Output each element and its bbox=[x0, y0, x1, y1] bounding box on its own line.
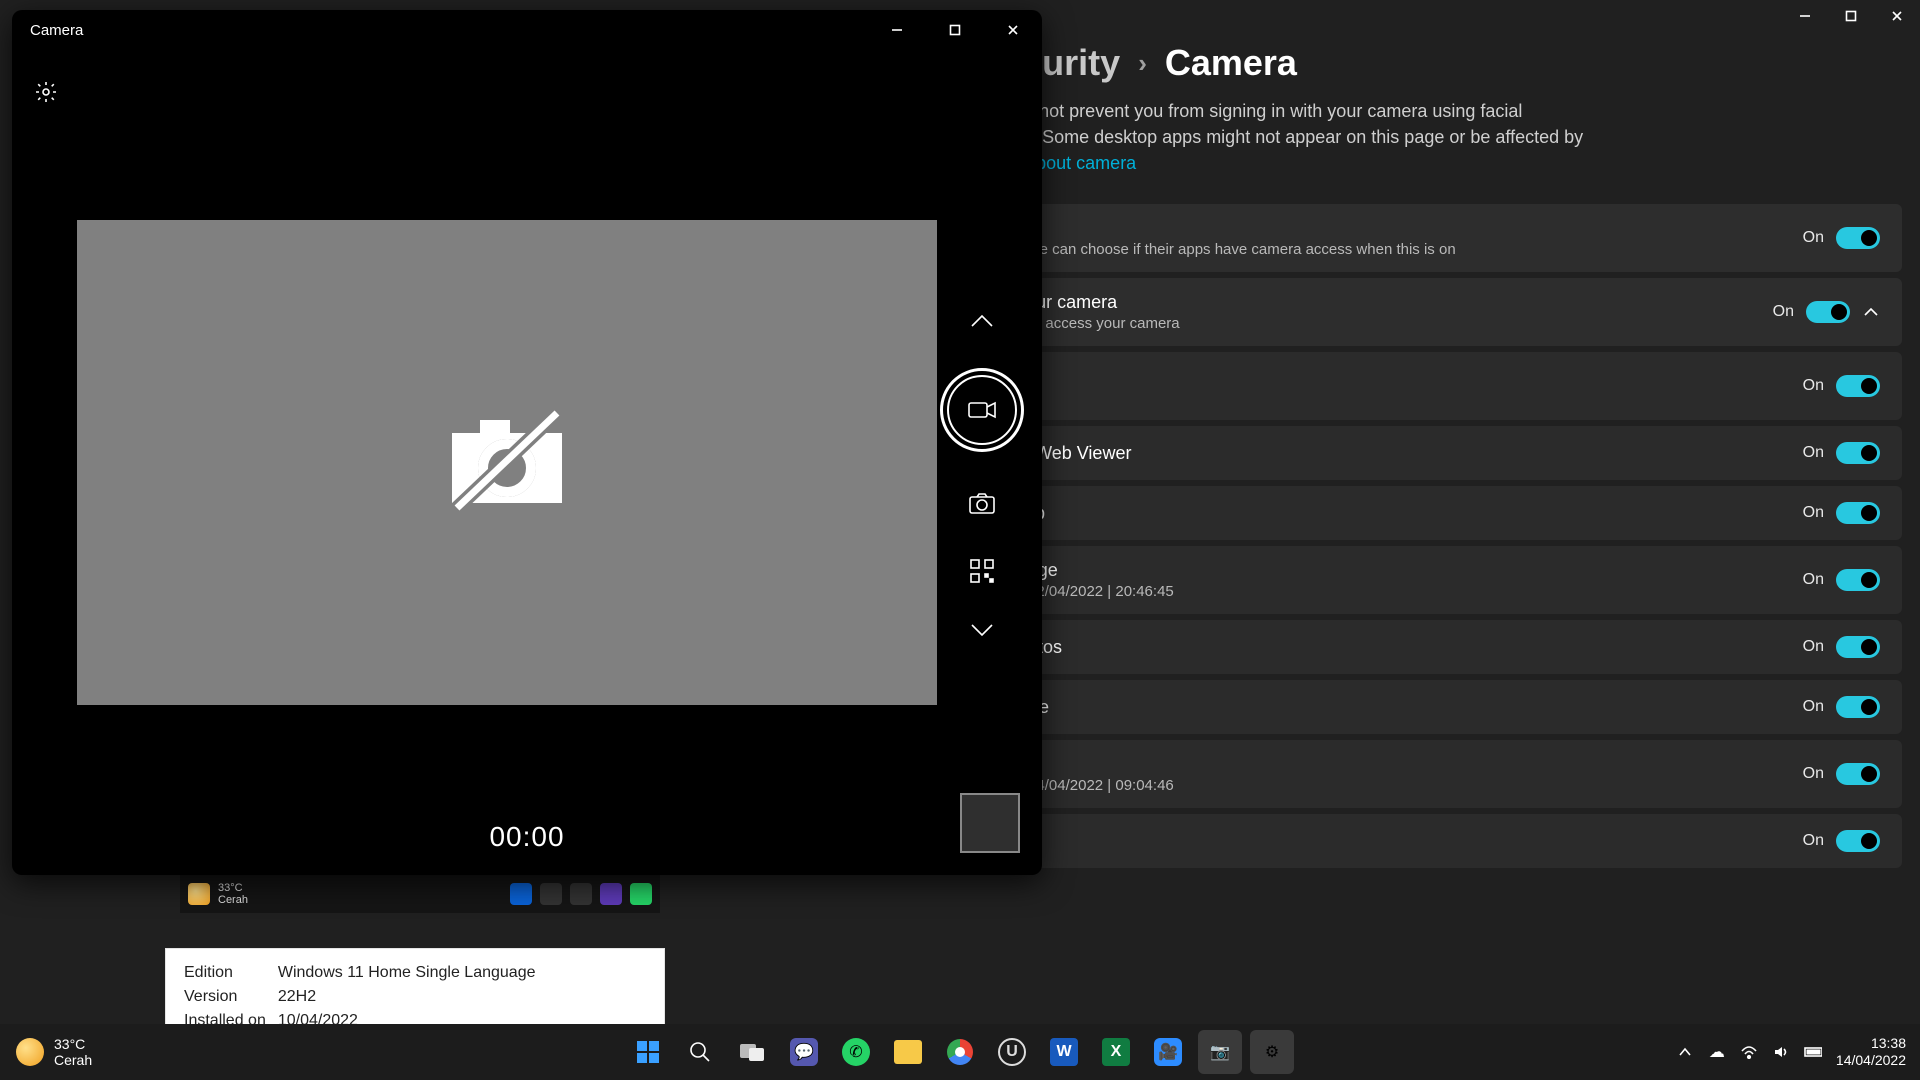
gallery-thumbnail[interactable] bbox=[960, 793, 1020, 853]
taskbar: 33°C Cerah 💬 ✆ U W X 🎥 📷 ⚙ ☁ 13:38 14/ bbox=[0, 1024, 1920, 1080]
app-toggle[interactable] bbox=[1836, 696, 1880, 718]
app-toggle[interactable] bbox=[1836, 375, 1880, 397]
wifi-icon[interactable] bbox=[1740, 1043, 1758, 1061]
weather-temp: 33°C bbox=[54, 1036, 92, 1052]
app-name: Skype bbox=[928, 831, 1781, 852]
app-toggle-state: On bbox=[1803, 638, 1824, 656]
camera-app-window: Camera bbox=[12, 10, 1042, 875]
volume-icon[interactable] bbox=[1772, 1043, 1790, 1061]
sysinfo-edition-label: Edition bbox=[184, 961, 278, 985]
camera-minimize-button[interactable] bbox=[868, 10, 926, 50]
clock-time: 13:38 bbox=[1836, 1035, 1906, 1052]
app-subtitle: Currently in use bbox=[928, 389, 1781, 406]
video-icon bbox=[967, 399, 997, 421]
app-toggle-state: On bbox=[1803, 765, 1824, 783]
app-toggle[interactable] bbox=[1836, 442, 1880, 464]
app-toggle-state: On bbox=[1803, 504, 1824, 522]
app-toggle-state: On bbox=[1803, 698, 1824, 716]
let-apps-toggle[interactable] bbox=[1806, 301, 1850, 323]
settings-close-button[interactable] bbox=[1874, 0, 1920, 32]
capture-button[interactable] bbox=[940, 368, 1024, 452]
tray-overflow-button[interactable] bbox=[1676, 1043, 1694, 1061]
app-toggle[interactable] bbox=[1836, 830, 1880, 852]
camera-unavailable-icon bbox=[442, 408, 572, 518]
chevron-up-icon bbox=[1862, 303, 1880, 321]
app-name: Microsoft Photos bbox=[928, 637, 1781, 658]
app-subtitle: Last accessed 02/04/2022 | 20:46:45 bbox=[928, 583, 1781, 600]
taskbar-taskview-button[interactable] bbox=[730, 1030, 774, 1074]
qr-mode-button[interactable] bbox=[965, 554, 999, 588]
taskbar-search-button[interactable] bbox=[678, 1030, 722, 1074]
app-toggle-state: On bbox=[1803, 571, 1824, 589]
taskbar-app-zoom[interactable]: 🎥 bbox=[1146, 1030, 1190, 1074]
app-toggle-state: On bbox=[1803, 444, 1824, 462]
camera-close-button[interactable] bbox=[984, 10, 1042, 50]
taskbar-weather[interactable]: 33°C Cerah bbox=[0, 1036, 240, 1068]
sysinfo-edition-value: Windows 11 Home Single Language bbox=[278, 961, 548, 985]
app-toggle[interactable] bbox=[1836, 569, 1880, 591]
app-name: Camera bbox=[928, 366, 1781, 387]
app-name: Desktop App Web Viewer bbox=[928, 443, 1781, 464]
taskbar-app-word[interactable]: W bbox=[1042, 1030, 1086, 1074]
app-name: Microsoft Store bbox=[928, 697, 1781, 718]
taskbar-app-teams[interactable]: 💬 bbox=[782, 1030, 826, 1074]
camera-viewfinder bbox=[77, 220, 937, 705]
app-name: Lenovo Vantage bbox=[928, 560, 1781, 581]
taskbar-app-whatsapp[interactable]: ✆ bbox=[834, 1030, 878, 1074]
sysinfo-version-label: Version bbox=[184, 985, 278, 1009]
settings-minimize-button[interactable] bbox=[1782, 0, 1828, 32]
taskbar-preview-thumb: 33°CCerah bbox=[180, 875, 660, 913]
app-toggle[interactable] bbox=[1836, 502, 1880, 524]
app-toggle[interactable] bbox=[1836, 636, 1880, 658]
taskbar-app-explorer[interactable] bbox=[886, 1030, 930, 1074]
camera-access-state: On bbox=[1803, 229, 1824, 247]
taskbar-app-unreal[interactable]: U bbox=[990, 1030, 1034, 1074]
camera-app-title: Camera bbox=[12, 22, 868, 39]
camera-settings-button[interactable] bbox=[34, 80, 58, 109]
clock-date: 14/04/2022 bbox=[1836, 1052, 1906, 1069]
breadcrumb-leaf: Camera bbox=[1165, 42, 1297, 84]
onedrive-icon[interactable]: ☁ bbox=[1708, 1043, 1726, 1061]
battery-icon[interactable] bbox=[1804, 1043, 1822, 1061]
mode-down-button[interactable] bbox=[969, 622, 995, 643]
sysinfo-version-value: 22H2 bbox=[278, 985, 548, 1009]
app-name: Feedback Hub bbox=[928, 503, 1781, 524]
camera-maximize-button[interactable] bbox=[926, 10, 984, 50]
start-button[interactable] bbox=[626, 1030, 670, 1074]
taskbar-app-settings[interactable]: ⚙ bbox=[1250, 1030, 1294, 1074]
app-toggle[interactable] bbox=[1836, 763, 1880, 785]
photo-mode-button[interactable] bbox=[965, 486, 999, 520]
app-subtitle: Last accessed 14/04/2022 | 09:04:46 bbox=[928, 777, 1781, 794]
taskbar-app-excel[interactable]: X bbox=[1094, 1030, 1138, 1074]
let-apps-state: On bbox=[1773, 303, 1794, 321]
settings-maximize-button[interactable] bbox=[1828, 0, 1874, 32]
taskbar-clock[interactable]: 13:38 14/04/2022 bbox=[1836, 1035, 1906, 1069]
weather-condition: Cerah bbox=[54, 1052, 92, 1068]
taskbar-app-chrome[interactable] bbox=[938, 1030, 982, 1074]
taskbar-app-camera[interactable]: 📷 bbox=[1198, 1030, 1242, 1074]
mode-up-button[interactable] bbox=[969, 313, 995, 334]
camera-access-toggle[interactable] bbox=[1836, 227, 1880, 249]
taskbar-pinned-apps: 💬 ✆ U W X 🎥 📷 ⚙ bbox=[626, 1030, 1294, 1074]
app-name: Settings bbox=[928, 754, 1781, 775]
weather-icon bbox=[16, 1038, 44, 1066]
chevron-right-icon: › bbox=[1138, 48, 1147, 79]
record-timer: 00:00 bbox=[12, 821, 1042, 853]
app-toggle-state: On bbox=[1803, 377, 1824, 395]
app-toggle-state: On bbox=[1803, 832, 1824, 850]
